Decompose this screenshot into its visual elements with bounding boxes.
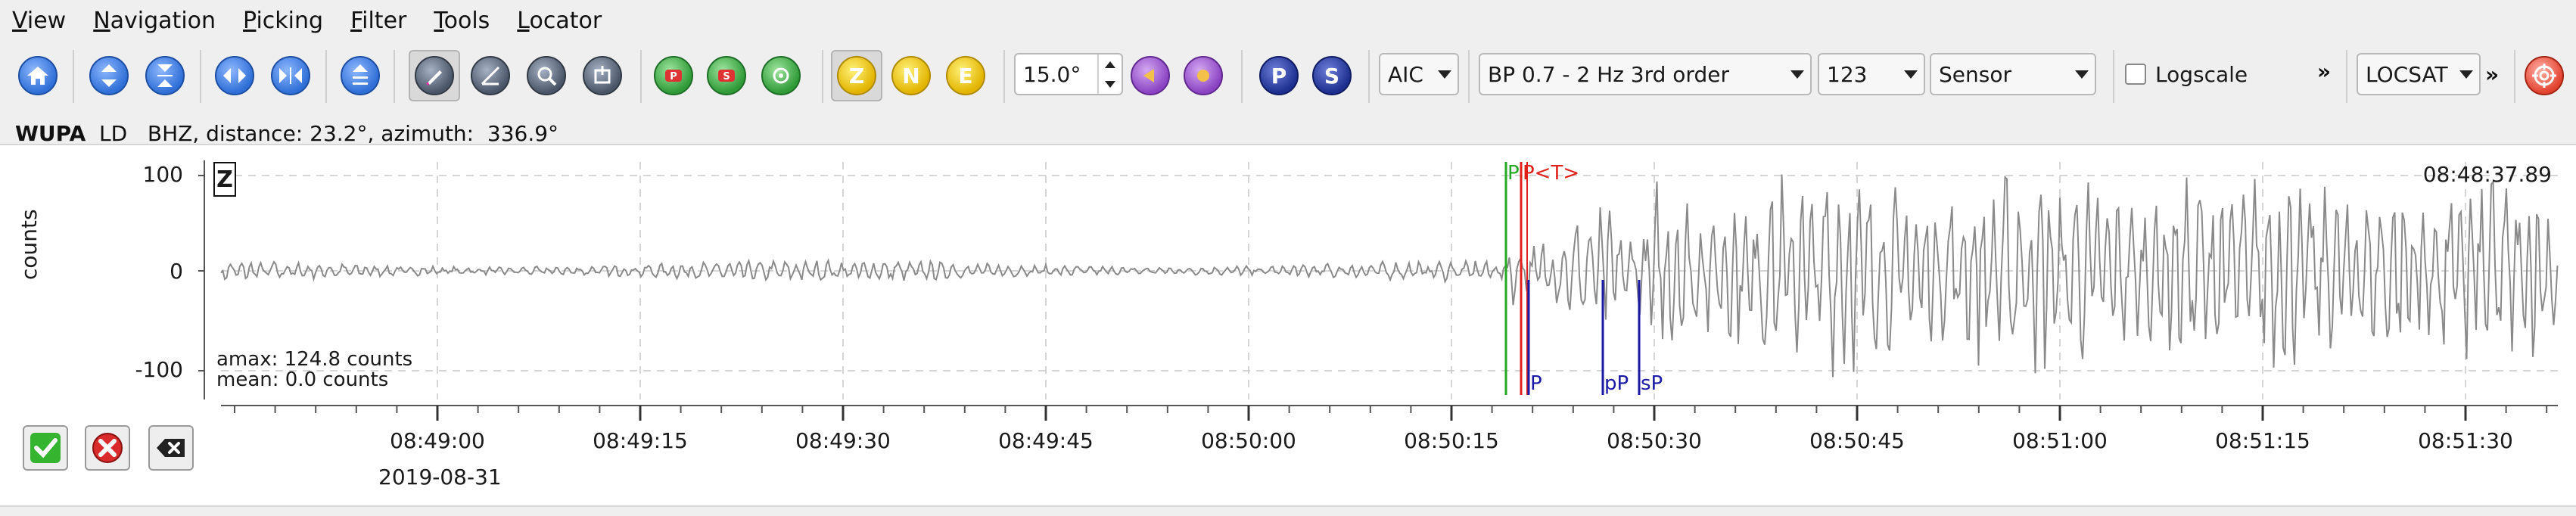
accept-icon <box>30 433 61 463</box>
close-button[interactable] <box>148 425 194 471</box>
x-tick-label: 08:51:30 <box>2418 428 2513 453</box>
x-tick-label: 08:50:30 <box>1607 428 1702 453</box>
amax-readout: amax: 124.8 counts <box>216 348 413 371</box>
x-tick-label: 08:51:00 <box>2012 428 2108 453</box>
pick-label: P <box>1530 372 1542 395</box>
y-tick-label: -100 <box>135 357 183 382</box>
pick-label: sP <box>1641 372 1663 395</box>
x-tick-label: 08:49:00 <box>390 428 485 453</box>
x-tick-label: 08:50:00 <box>1201 428 1296 453</box>
reject-icon <box>92 433 123 463</box>
x-axis <box>221 405 2558 421</box>
pick-label: P <box>1507 162 1520 185</box>
x-tick-label: 08:49:45 <box>998 428 1094 453</box>
pick-label: pP <box>1604 372 1629 395</box>
pick-label: P<T> <box>1523 162 1580 185</box>
waveform-trace <box>220 174 2559 378</box>
y-tick-label: 0 <box>170 259 183 284</box>
x-tick-label: 08:49:30 <box>795 428 891 453</box>
trace-end-time: 08:48:37.89 <box>2422 162 2552 187</box>
y-tick-label: 100 <box>142 162 183 187</box>
date-label: 2019-08-31 <box>378 465 502 490</box>
x-tick-label: 08:49:15 <box>593 428 688 453</box>
x-tick-label: 08:50:15 <box>1404 428 1499 453</box>
mean-readout: mean: 0.0 counts <box>216 368 389 391</box>
reject-button[interactable] <box>85 425 130 471</box>
accept-button[interactable] <box>23 425 68 471</box>
component-indicator: Z <box>213 162 236 197</box>
x-tick-label: 08:50:45 <box>1809 428 1905 453</box>
x-tick-label: 08:51:15 <box>2215 428 2310 453</box>
close-icon <box>157 439 185 457</box>
